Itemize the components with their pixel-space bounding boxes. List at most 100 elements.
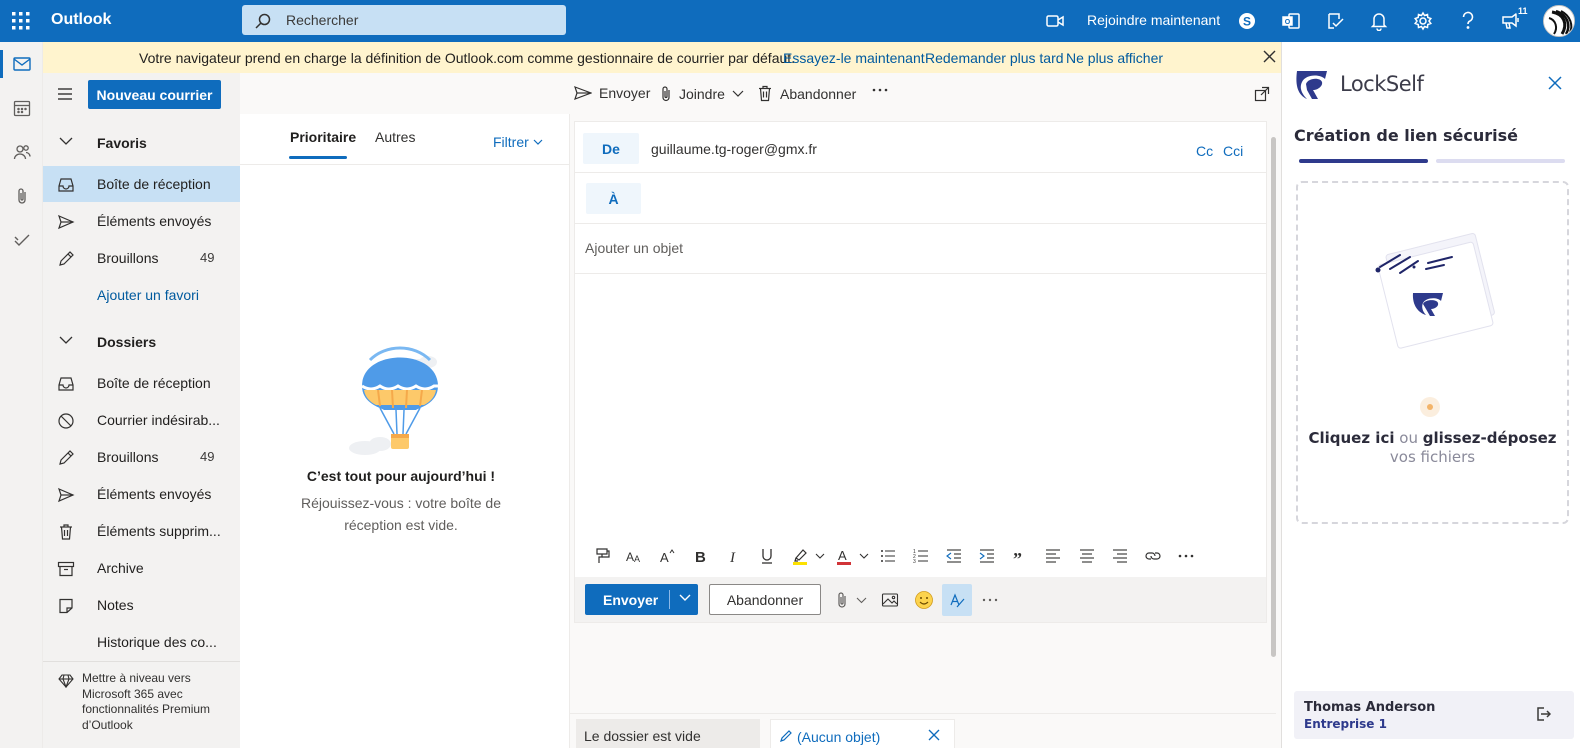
quote-icon[interactable]: ” [1011,547,1029,565]
chevron-down-icon[interactable] [811,547,829,565]
format-painter-icon[interactable] [593,547,611,565]
rail-files[interactable] [0,174,43,218]
underline-icon[interactable] [758,547,776,565]
panel-title: Création de lien sécurisé [1294,126,1519,145]
italic-icon[interactable]: I [725,547,743,565]
favorite-item-inbox[interactable]: Boîte de réception [43,166,240,202]
command-attach-button[interactable]: Joindre [660,85,744,102]
bell-icon[interactable] [1368,10,1390,32]
dropzone-or: ou [1399,429,1418,447]
folder-item-deleted[interactable]: Éléments supprim... [43,513,240,549]
people-icon [13,143,31,161]
link-icon[interactable] [1144,547,1162,565]
favorite-item-sent[interactable]: Éléments envoyés [43,203,240,239]
tab-focused[interactable]: Prioritaire [290,129,356,145]
grow-font-icon[interactable]: A [659,547,677,565]
rail-mail[interactable] [0,42,43,86]
scrollbar-thumb[interactable] [1271,137,1276,657]
upgrade-promo[interactable]: Mettre à niveau vers Microsoft 365 avec … [43,661,240,748]
tab-other[interactable]: Autres [375,129,415,145]
rail-todo[interactable] [0,218,43,262]
join-now-button[interactable]: Rejoindre maintenant [1087,12,1220,28]
send-button-label: Envoyer [603,592,659,608]
to-row[interactable]: À [575,173,1266,224]
help-icon[interactable] [1457,10,1479,32]
app-launcher-icon[interactable] [10,10,32,32]
folders-section-toggle[interactable]: Dossiers [43,324,240,360]
subject-input[interactable] [585,240,1185,256]
office-icon[interactable]: O [1280,10,1302,32]
chevron-down-icon[interactable] [855,547,873,565]
highlight-icon[interactable] [791,547,809,565]
favorites-label: Favoris [97,135,147,151]
drag-drop-label: glissez-déposez [1422,429,1557,447]
font-color-icon[interactable]: A [835,547,853,565]
from-button[interactable]: De [583,133,639,164]
align-center-icon[interactable] [1078,547,1096,565]
folder-item-notes[interactable]: Notes [43,587,240,623]
filter-button[interactable]: Filtrer [493,134,543,150]
increase-indent-icon[interactable] [978,547,996,565]
paperclip-icon[interactable] [832,590,852,610]
align-left-icon[interactable] [1044,547,1062,565]
favorites-section-toggle[interactable]: Favoris [43,125,240,161]
banner-close-icon[interactable] [1263,50,1276,63]
folder-item-drafts[interactable]: Brouillons 49 [43,439,240,475]
folder-item-junk[interactable]: Courrier indésirab... [43,402,240,438]
video-call-icon[interactable] [1044,10,1066,32]
discard-button[interactable]: Abandonner [709,584,821,615]
add-favorite-link[interactable]: Ajouter un favori [43,277,240,313]
chevron-down-icon[interactable] [851,590,871,610]
image-icon[interactable] [880,590,900,610]
editor-icon[interactable] [942,584,972,616]
gear-icon[interactable] [1412,10,1434,32]
align-right-icon[interactable] [1111,547,1129,565]
tab-empty-folder[interactable]: Le dossier est vide [576,719,760,748]
favorite-item-drafts[interactable]: Brouillons 49 [43,240,240,276]
tab-draft[interactable]: (Aucun objet) [770,719,955,748]
chevron-down-icon[interactable] [679,594,691,602]
folder-item-archive[interactable]: Archive [43,550,240,586]
rail-people[interactable] [0,130,43,174]
to-button[interactable]: À [586,183,641,214]
todo-icon[interactable] [1324,10,1346,32]
bold-icon[interactable]: B [692,547,710,565]
banner-later-link[interactable]: Redemander plus tard [925,50,1064,66]
bullets-icon[interactable] [879,547,897,565]
rail-calendar[interactable] [0,86,43,130]
avatar[interactable] [1543,5,1575,37]
banner-try-link[interactable]: Essayez-le maintenant [783,50,925,66]
reading-pane-scrollbar[interactable] [1270,121,1278,714]
emoji-icon[interactable] [914,590,934,610]
pencil-icon [57,250,75,268]
command-discard-button[interactable]: Abandonner [757,85,856,102]
folder-item-history[interactable]: Historique des co... [43,624,240,660]
app-brand[interactable]: Outlook [51,11,111,29]
send-button[interactable]: Envoyer [585,584,698,615]
font-size-icon[interactable]: AA [625,547,643,565]
close-icon[interactable] [1548,76,1562,90]
command-more-button[interactable] [872,82,888,98]
folder-item-sent[interactable]: Éléments envoyés [43,476,240,512]
pop-out-icon[interactable] [1254,86,1270,102]
click-here-link[interactable]: Cliquez ici [1308,429,1394,447]
decrease-indent-icon[interactable] [945,547,963,565]
close-icon[interactable] [928,729,940,741]
new-mail-button[interactable]: Nouveau courrier [88,80,221,109]
folder-item-inbox[interactable]: Boîte de réception [43,365,240,401]
message-body[interactable] [575,274,1266,535]
search-box[interactable] [242,5,566,35]
bcc-button[interactable]: Cci [1223,143,1243,159]
file-dropzone[interactable]: Cliquez ici ou glissez-déposez vos fichi… [1296,181,1569,524]
search-input[interactable] [286,11,556,29]
banner-never-link[interactable]: Ne plus afficher [1066,50,1163,66]
command-send-button[interactable]: Envoyer [574,85,650,101]
hamburger-icon[interactable] [57,87,73,101]
cc-button[interactable]: Cc [1196,143,1213,159]
more-icon[interactable] [1177,547,1195,565]
skype-icon[interactable]: S [1236,10,1258,32]
more-icon[interactable] [980,590,1000,610]
numbering-icon[interactable]: 123 [912,547,930,565]
logout-icon[interactable] [1535,706,1551,722]
lockself-panel: LockSelf Création de lien sécurisé Cliqu… [1281,42,1580,748]
